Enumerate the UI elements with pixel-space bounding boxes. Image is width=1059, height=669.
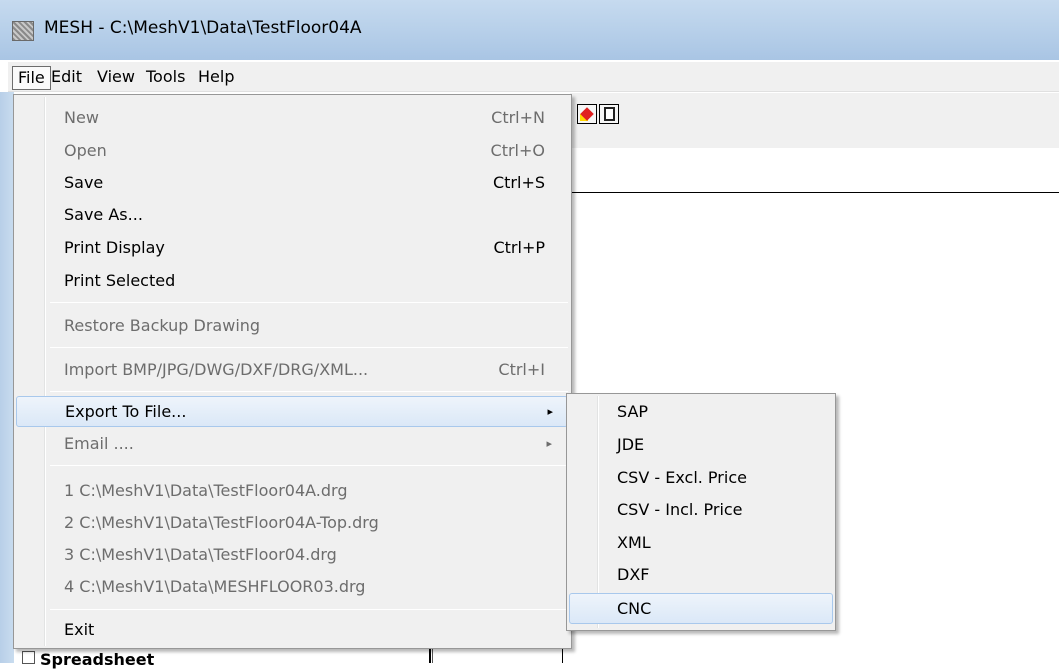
- menu-item-label: Import BMP/JPG/DWG/DXF/DRG/XML...: [64, 360, 369, 379]
- shortcut-label: Ctrl+P: [493, 238, 545, 257]
- menu-item-recent-2[interactable]: 2 C:\MeshV1\Data\TestFloor04A-Top.drg: [14, 508, 570, 538]
- menu-item-label: Save: [64, 173, 104, 192]
- submenu-arrow-icon: ▸: [547, 405, 553, 418]
- menu-separator: [50, 302, 568, 303]
- submenu-item-jde[interactable]: JDE: [569, 430, 833, 461]
- submenu-item-label: JDE: [617, 435, 645, 454]
- panel-border-shadow: [432, 648, 433, 663]
- menu-separator: [50, 609, 568, 610]
- canvas-divider: [570, 192, 1059, 193]
- mesh-app-icon[interactable]: [12, 21, 34, 41]
- toolbar-button-shape[interactable]: [577, 104, 597, 124]
- menu-item-label: Restore Backup Drawing: [64, 316, 261, 335]
- menu-item-new[interactable]: New Ctrl+N: [14, 103, 570, 133]
- menu-item-print-selected[interactable]: Print Selected: [14, 266, 570, 296]
- export-submenu: SAP JDE CSV - Excl. Price CSV - Incl. Pr…: [566, 393, 836, 631]
- menu-bar: File Edit View Tools Help: [8, 62, 1059, 92]
- menu-item-label: New: [64, 108, 99, 127]
- submenu-item-sap[interactable]: SAP: [569, 397, 833, 428]
- file-menu-dropdown: New Ctrl+N Open Ctrl+O Save Ctrl+S Save …: [13, 94, 572, 649]
- submenu-item-label: CNC: [617, 599, 652, 618]
- menu-item-import[interactable]: Import BMP/JPG/DWG/DXF/DRG/XML... Ctrl+I: [14, 355, 570, 385]
- shortcut-label: Ctrl+I: [498, 360, 545, 379]
- submenu-arrow-icon: ▸: [546, 437, 552, 450]
- menu-item-export[interactable]: Export To File... ▸: [16, 396, 568, 427]
- menu-item-label: Print Display: [64, 238, 165, 257]
- menu-item-label: 3 C:\MeshV1\Data\TestFloor04.drg: [64, 545, 337, 564]
- menu-file[interactable]: File: [12, 66, 51, 90]
- menu-item-label: Print Selected: [64, 271, 176, 290]
- menu-item-label: Save As...: [64, 205, 143, 224]
- menu-item-recent-1[interactable]: 1 C:\MeshV1\Data\TestFloor04A.drg: [14, 476, 570, 506]
- menu-help[interactable]: Help: [193, 66, 239, 90]
- menu-item-label: Email ....: [64, 434, 134, 453]
- menu-item-save[interactable]: Save Ctrl+S: [14, 168, 570, 198]
- menu-separator: [50, 465, 568, 466]
- menu-item-email[interactable]: Email .... ▸: [14, 429, 570, 459]
- menu-item-save-as[interactable]: Save As...: [14, 200, 570, 230]
- menu-view[interactable]: View: [92, 66, 140, 90]
- submenu-item-cnc[interactable]: CNC: [569, 593, 833, 624]
- toolbar-button-doc[interactable]: [599, 104, 619, 124]
- submenu-item-label: CSV - Incl. Price: [617, 500, 743, 519]
- window-title: MESH - C:\MeshV1\Data\TestFloor04A: [44, 18, 362, 38]
- title-bar: MESH - C:\MeshV1\Data\TestFloor04A: [0, 0, 1059, 60]
- submenu-item-xml[interactable]: XML: [569, 528, 833, 559]
- menu-item-recent-4[interactable]: 4 C:\MeshV1\Data\MESHFLOOR03.drg: [14, 572, 570, 602]
- menu-tools[interactable]: Tools: [141, 66, 190, 90]
- menu-item-recent-3[interactable]: 3 C:\MeshV1\Data\TestFloor04.drg: [14, 540, 570, 570]
- document-icon: [604, 107, 615, 121]
- tree-item-label: Spreadsheet: [40, 650, 155, 669]
- submenu-item-label: XML: [617, 533, 651, 552]
- toolbar: [570, 93, 1059, 148]
- menu-item-exit[interactable]: Exit: [14, 615, 570, 645]
- menu-item-label: 4 C:\MeshV1\Data\MESHFLOOR03.drg: [64, 577, 366, 596]
- detail-quote-checkbox[interactable]: [22, 651, 35, 664]
- menu-item-open[interactable]: Open Ctrl+O: [14, 136, 570, 166]
- submenu-item-label: DXF: [617, 565, 650, 584]
- menu-item-label: Open: [64, 141, 107, 160]
- menu-item-print-display[interactable]: Print Display Ctrl+P: [14, 233, 570, 263]
- submenu-item-csv-excl[interactable]: CSV - Excl. Price: [569, 463, 833, 494]
- submenu-item-dxf[interactable]: DXF: [569, 560, 833, 591]
- menu-item-label: 1 C:\MeshV1\Data\TestFloor04A.drg: [64, 481, 348, 500]
- shortcut-label: Ctrl+S: [492, 173, 545, 192]
- panel-border: [429, 648, 431, 663]
- panel-border-right: [562, 648, 563, 663]
- shortcut-label: Ctrl+N: [491, 108, 545, 127]
- menu-edit[interactable]: Edit: [46, 66, 87, 90]
- left-panel-edge: [0, 92, 14, 663]
- menu-item-restore-backup[interactable]: Restore Backup Drawing: [14, 311, 570, 341]
- submenu-item-label: CSV - Excl. Price: [617, 468, 747, 487]
- submenu-item-csv-incl[interactable]: CSV - Incl. Price: [569, 495, 833, 526]
- menu-separator: [50, 391, 568, 392]
- menu-item-label: 2 C:\MeshV1\Data\TestFloor04A-Top.drg: [64, 513, 379, 532]
- menu-separator: [50, 347, 568, 348]
- menu-item-label: Exit: [64, 620, 95, 639]
- shortcut-label: Ctrl+O: [490, 141, 545, 160]
- menu-item-label: Export To File...: [65, 402, 187, 421]
- submenu-item-label: SAP: [617, 402, 649, 421]
